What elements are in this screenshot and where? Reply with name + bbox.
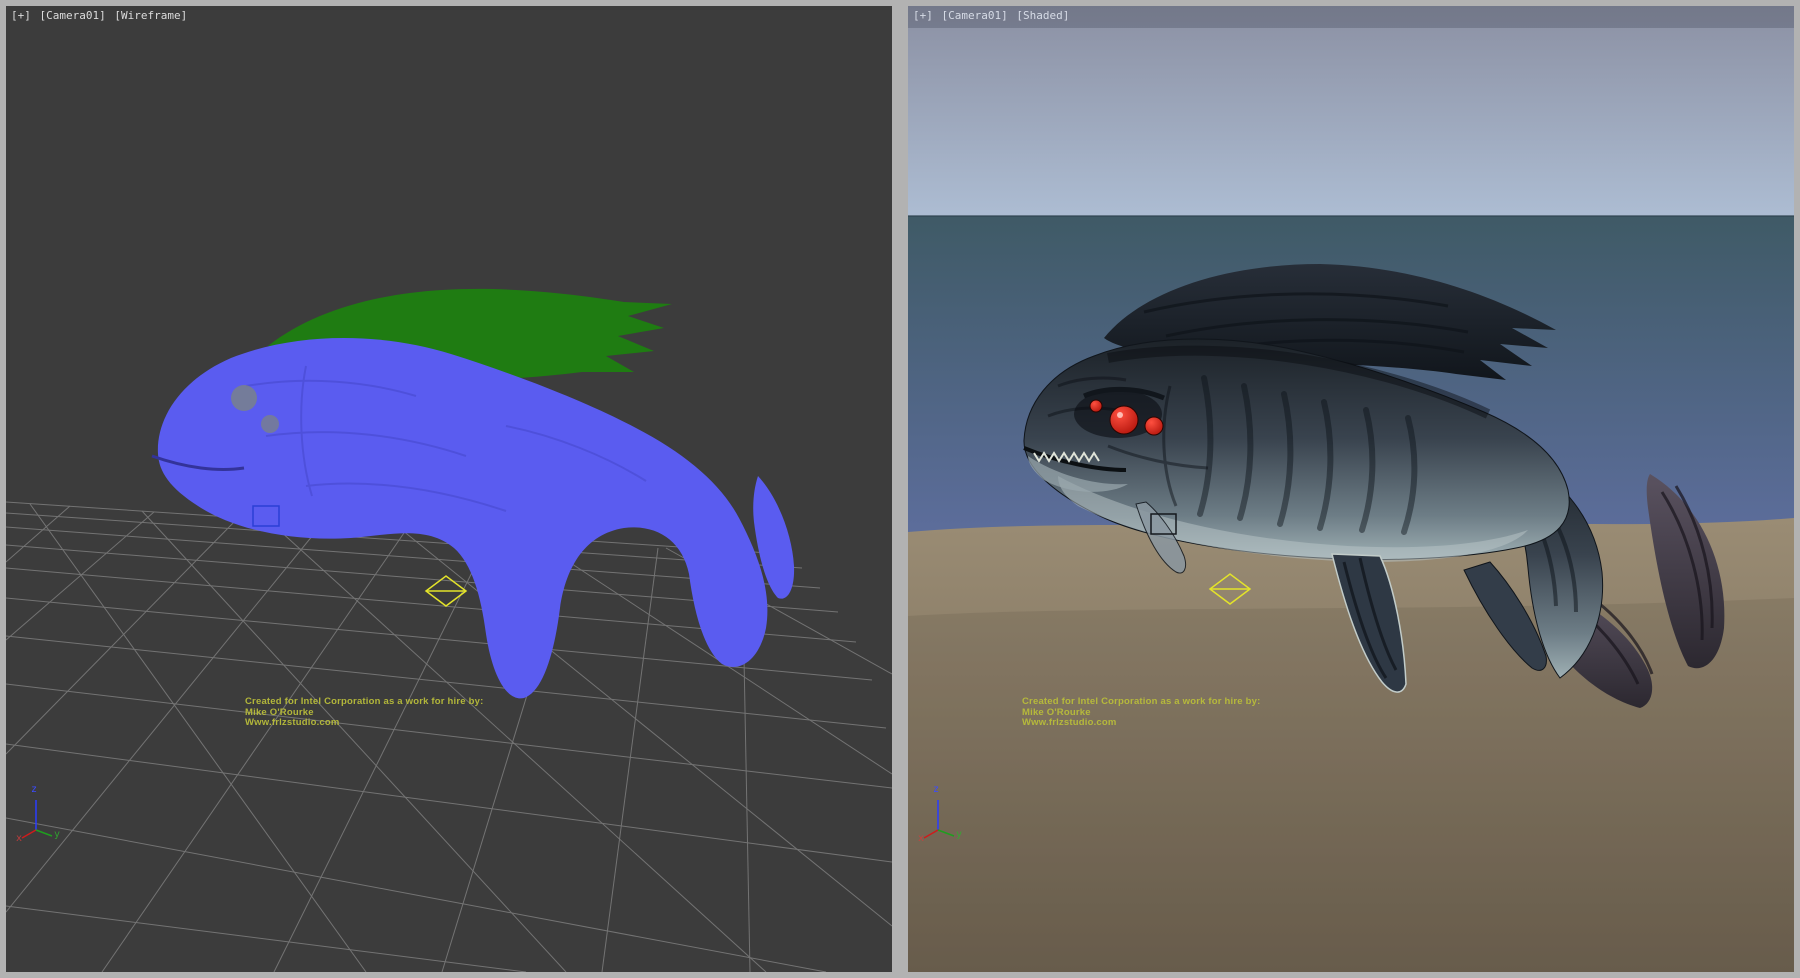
axis-x-label: x (918, 834, 924, 844)
viewport-menu-plus[interactable]: [+] (11, 9, 31, 22)
axis-tripod: z x y (920, 784, 974, 846)
watermark-line1: Created for Intel Corporation as a work … (1022, 697, 1260, 708)
axis-x-label: x (16, 834, 22, 844)
eye-third (1090, 400, 1102, 412)
fish-eye-large (231, 385, 257, 411)
eye-second (1145, 417, 1163, 435)
sky (908, 6, 1794, 218)
viewport-menu-shading[interactable]: [Wireframe] (114, 9, 187, 22)
viewport-label: [+] [Camera01] [Shaded] (913, 9, 1071, 23)
viewport-menu-plus[interactable]: [+] (913, 9, 933, 22)
watermark: Created for Intel Corporation as a work … (1022, 697, 1260, 729)
axis-x-line (924, 830, 938, 838)
viewport-frame: [+] [Camera01] [Wireframe] Created for I… (0, 0, 1800, 978)
axis-y-line (36, 830, 52, 836)
eye-highlight (1117, 412, 1123, 418)
axis-x-line (22, 830, 36, 838)
watermark-line3: Www.frlzstudio.com (1022, 718, 1260, 729)
axis-y-line (938, 830, 954, 836)
watermark-line1: Created for Intel Corporation as a work … (245, 697, 483, 708)
axis-y-label: y (54, 830, 60, 840)
watermark-line3: Www.frlzstudio.com (245, 718, 483, 729)
viewport-shaded[interactable]: [+] [Camera01] [Shaded] Created for Inte… (908, 6, 1794, 972)
horizon-line (908, 215, 1794, 217)
axis-z-label: z (933, 785, 939, 795)
viewport-menu-camera[interactable]: [Camera01] (40, 9, 106, 22)
viewport-splitter[interactable] (892, 0, 908, 978)
ground-shadow-band (908, 598, 1794, 972)
viewport-label: [+] [Camera01] [Wireframe] (11, 9, 189, 23)
viewport-menu-shading[interactable]: [Shaded] (1016, 9, 1069, 22)
fish-eye-small (261, 415, 279, 433)
eye-main (1110, 406, 1138, 434)
axis-tripod: z x y (18, 784, 72, 846)
viewport-menu-camera[interactable]: [Camera01] (942, 9, 1008, 22)
watermark: Created for Intel Corporation as a work … (245, 697, 483, 729)
axis-z-label: z (31, 785, 37, 795)
viewport-wireframe[interactable]: [+] [Camera01] [Wireframe] Created for I… (6, 6, 892, 972)
axis-y-label: y (956, 830, 962, 840)
